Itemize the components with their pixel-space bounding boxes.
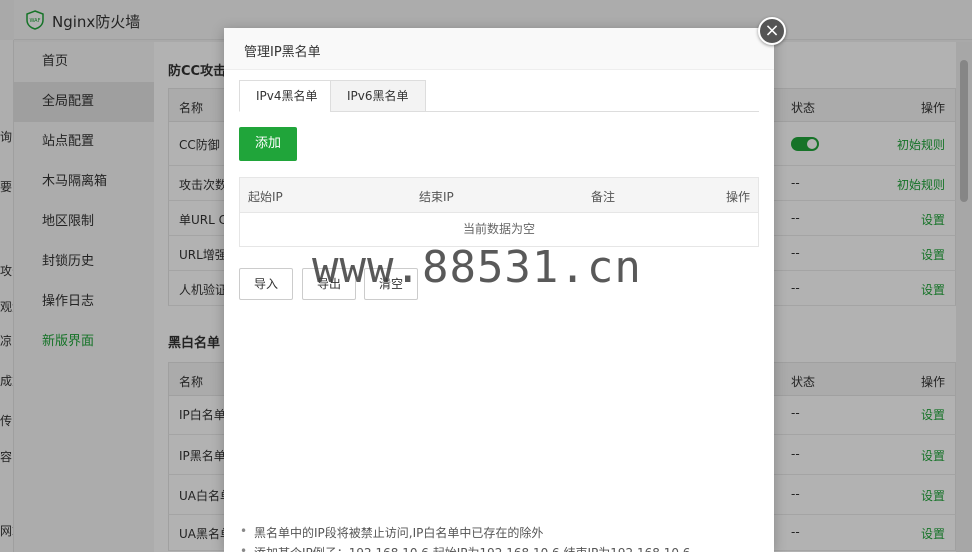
table-header: 起始IP 结束IP 备注 操作: [240, 178, 758, 213]
help-notes: 黑名单中的IP段将被禁止访问,IP白名单中已存在的除外 添加某个IP例子：192…: [240, 524, 690, 552]
modal-title: 管理IP黑名单: [244, 45, 321, 60]
modal-tabs: IPv4黑名单 IPv6黑名单: [239, 80, 759, 112]
header-start-ip: 起始IP: [248, 190, 283, 204]
note-item: 添加某个IP例子：192.168.10.6,起始IP为192.168.10.6,…: [240, 544, 690, 552]
import-button[interactable]: 导入: [239, 268, 293, 300]
note-item: 黑名单中的IP段将被禁止访问,IP白名单中已存在的除外: [240, 524, 690, 544]
header-end-ip: 结束IP: [419, 190, 454, 204]
watermark-text: www.88531.cn: [312, 242, 642, 293]
modal-header: 管理IP黑名单: [224, 28, 774, 70]
tab-ipv6-blacklist[interactable]: IPv6黑名单: [330, 80, 426, 112]
modal-close-icon[interactable]: ×: [758, 17, 786, 45]
header-remark: 备注: [591, 190, 616, 204]
tab-ipv4-blacklist[interactable]: IPv4黑名单: [239, 80, 335, 112]
add-button[interactable]: 添加: [239, 127, 297, 161]
header-action: 操作: [725, 190, 750, 204]
ip-range-table: 起始IP 结束IP 备注 操作 当前数据为空: [239, 177, 759, 247]
